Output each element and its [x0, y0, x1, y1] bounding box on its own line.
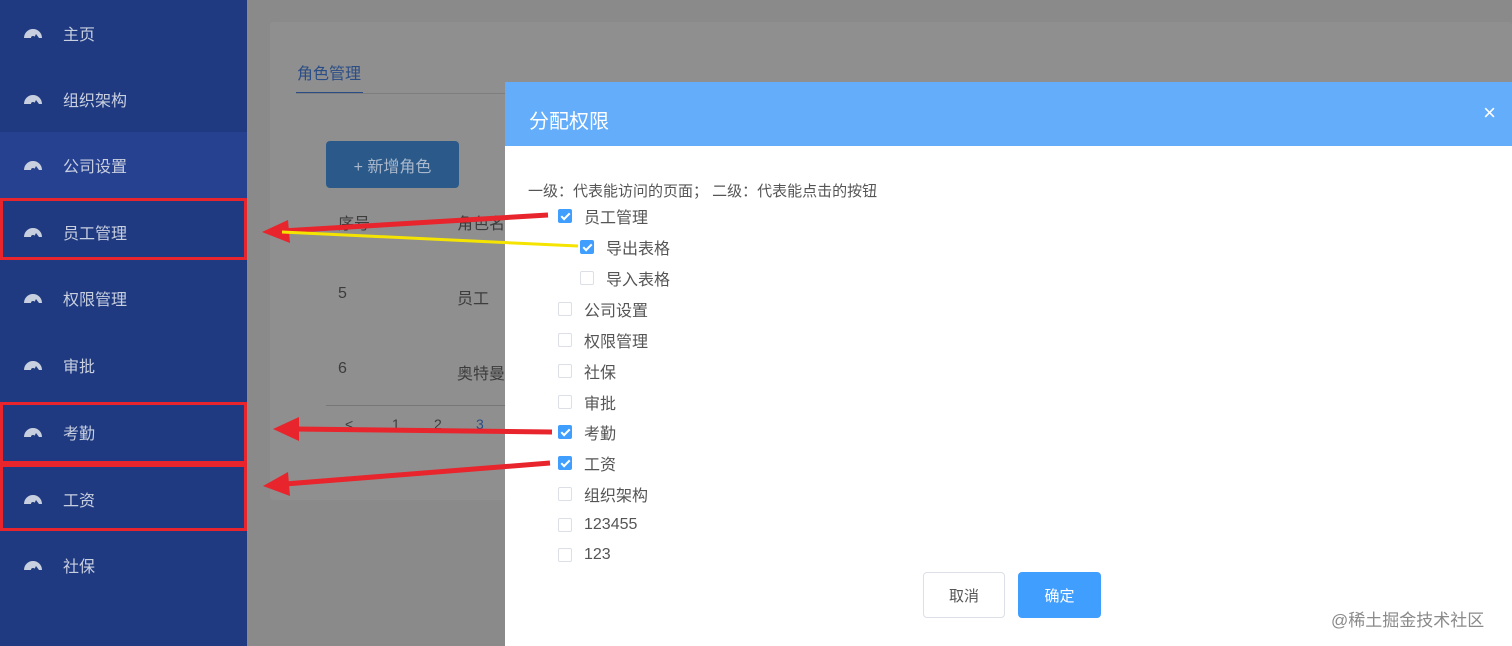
- permission-hint: 一级：代表能访问的页面； 二级：代表能点击的按钮: [528, 183, 878, 200]
- tree-node-label: 工资: [584, 457, 617, 474]
- tree-node-label: 123: [584, 546, 611, 563]
- tree-node-import-table[interactable]: 导入表格: [580, 267, 670, 289]
- tree-node-label: 审批: [584, 396, 617, 413]
- sidebar-item-label: 权限管理: [63, 292, 128, 309]
- tree-node-label: 考勤: [584, 426, 617, 443]
- checkbox[interactable]: [558, 302, 572, 316]
- sidebar-item-label: 员工管理: [63, 226, 128, 243]
- sidebar-item-employees[interactable]: 员工管理: [0, 199, 247, 265]
- tree-node-123455[interactable]: 123455: [558, 514, 637, 536]
- checkbox[interactable]: [558, 395, 572, 409]
- sidebar-item-label: 公司设置: [63, 159, 128, 176]
- tree-node-label: 组织架构: [584, 488, 649, 505]
- checkbox[interactable]: [558, 333, 572, 347]
- tree-node-label: 权限管理: [584, 334, 649, 351]
- dialog-header: 分配权限 ×: [505, 82, 1512, 146]
- tree-node-label: 导出表格: [606, 241, 671, 258]
- tab-role-management[interactable]: 角色管理: [297, 60, 361, 84]
- checkbox[interactable]: [558, 548, 572, 562]
- sidebar-item-salary[interactable]: 工资: [0, 466, 247, 532]
- dashboard-icon: [22, 287, 44, 309]
- watermark: @稀土掘金技术社区: [1331, 611, 1485, 630]
- checkbox[interactable]: [558, 364, 572, 378]
- sidebar-item-social-security[interactable]: 社保: [0, 532, 247, 598]
- checkbox[interactable]: [580, 240, 594, 254]
- dashboard-icon: [22, 221, 44, 243]
- pagination-page[interactable]: 2: [434, 416, 442, 432]
- tree-node-label: 社保: [584, 365, 617, 382]
- sidebar-item-label: 社保: [63, 559, 96, 576]
- dialog-title: 分配权限: [529, 111, 609, 133]
- sidebar-item-label: 考勤: [63, 426, 96, 443]
- tree-node-export-table[interactable]: 导出表格: [580, 236, 670, 258]
- table-header-role-name: 角色名: [457, 216, 506, 233]
- dashboard-icon: [22, 22, 44, 44]
- table-cell-role-name: 奥特曼: [457, 366, 506, 383]
- cancel-button[interactable]: 取消: [923, 572, 1005, 618]
- checkbox[interactable]: [558, 209, 572, 223]
- tree-node-label: 123455: [584, 516, 638, 533]
- tree-node-employees[interactable]: 员工管理: [558, 205, 648, 227]
- tree-node-company-settings[interactable]: 公司设置: [558, 298, 648, 320]
- dashboard-icon: [22, 421, 44, 443]
- tree-node-attendance[interactable]: 考勤: [558, 421, 616, 443]
- checkbox[interactable]: [580, 271, 594, 285]
- sidebar-item-label: 主页: [63, 27, 96, 44]
- dashboard-icon: [22, 88, 44, 110]
- tree-node-label: 员工管理: [584, 210, 649, 227]
- checkbox[interactable]: [558, 425, 572, 439]
- tree-node-salary[interactable]: 工资: [558, 452, 616, 474]
- tree-node-organization[interactable]: 组织架构: [558, 483, 648, 505]
- tree-node-permissions[interactable]: 权限管理: [558, 329, 648, 351]
- table-header-index: 序号: [338, 216, 371, 233]
- sidebar-item-label: 组织架构: [63, 93, 128, 110]
- dashboard-icon: [22, 488, 44, 510]
- sidebar-item-attendance[interactable]: 考勤: [0, 399, 247, 465]
- tree-node-approval[interactable]: 审批: [558, 391, 616, 413]
- dashboard-icon: [22, 554, 44, 576]
- tree-node-label: 公司设置: [584, 303, 649, 320]
- confirm-button[interactable]: 确定: [1018, 572, 1101, 618]
- pagination-page-current[interactable]: 3: [476, 416, 484, 432]
- checkbox[interactable]: [558, 456, 572, 470]
- add-role-button[interactable]: + 新增角色: [326, 141, 459, 188]
- tab-divider: [296, 93, 506, 94]
- tree-node-label: 导入表格: [606, 272, 671, 289]
- sidebar-item-label: 审批: [63, 359, 96, 376]
- table-bottom-divider: [326, 405, 506, 406]
- table-cell-index: 6: [338, 360, 347, 377]
- checkbox[interactable]: [558, 518, 572, 532]
- table-cell-role-name: 员工: [457, 291, 490, 308]
- close-icon[interactable]: ×: [1483, 100, 1496, 126]
- sidebar: 主页 组织架构 公司设置 员工管理 权限管理 审批 考勤 工资 社保: [0, 0, 247, 646]
- pagination-page[interactable]: 1: [392, 416, 400, 432]
- checkbox[interactable]: [558, 487, 572, 501]
- dashboard-icon: [22, 154, 44, 176]
- sidebar-item-approval[interactable]: 审批: [0, 332, 247, 398]
- sidebar-item-permissions[interactable]: 权限管理: [0, 265, 247, 331]
- pagination-prev[interactable]: <: [345, 416, 353, 432]
- sidebar-item-organization[interactable]: 组织架构: [0, 66, 247, 132]
- tree-node-social-security[interactable]: 社保: [558, 360, 616, 382]
- table-cell-index: 5: [338, 285, 347, 302]
- sidebar-item-home[interactable]: 主页: [0, 0, 247, 66]
- sidebar-item-label: 工资: [63, 493, 96, 510]
- sidebar-item-company-settings[interactable]: 公司设置: [0, 132, 247, 198]
- assign-permissions-dialog: 分配权限 × 一级：代表能访问的页面； 二级：代表能点击的按钮 员工管理 导出表…: [505, 82, 1512, 646]
- dashboard-icon: [22, 354, 44, 376]
- tree-node-123[interactable]: 123: [558, 544, 611, 566]
